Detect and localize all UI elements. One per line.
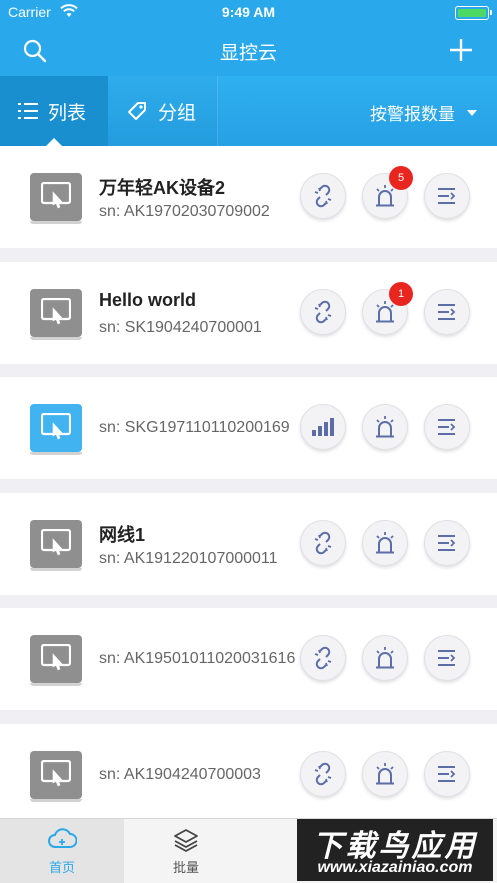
device-card[interactable]: Hello world sn: SK1904240700001 1	[0, 261, 497, 364]
sort-dropdown[interactable]: 按警报数量	[370, 100, 477, 125]
list-icon	[18, 103, 38, 119]
more-menu-button[interactable]	[424, 404, 470, 450]
bottom-tab-home[interactable]: 首页	[0, 819, 124, 883]
cloud-icon	[48, 828, 77, 848]
clock: 9:49 AM	[221, 4, 276, 20]
device-monitor-icon	[30, 750, 82, 802]
page-title: 显控云	[219, 43, 277, 64]
alarm-count-badge: 5	[389, 166, 413, 190]
connection-button[interactable]	[300, 173, 346, 219]
more-menu-button[interactable]	[424, 519, 470, 566]
device-serial: sn: AK19702030709002	[99, 203, 270, 220]
more-menu-button[interactable]	[424, 288, 470, 335]
tab-group-label: 分组	[158, 102, 197, 124]
connection-button[interactable]	[300, 519, 346, 566]
nav-bar: 显控云	[0, 26, 497, 76]
tag-icon	[128, 102, 146, 120]
device-serial: sn: SKG197110110200169	[99, 419, 290, 436]
bottom-tab-batch-label: 批量	[172, 860, 199, 875]
device-card[interactable]: sn: SKG197110110200169	[0, 377, 497, 479]
signal-button[interactable]	[300, 404, 346, 450]
device-monitor-icon	[30, 404, 82, 455]
device-serial: sn: AK191220107000011	[99, 549, 278, 567]
tab-group[interactable]: 分组	[108, 76, 218, 146]
connection-button[interactable]	[300, 750, 346, 797]
device-name: Hello world	[99, 289, 197, 310]
device-name: 网线1	[99, 524, 146, 545]
bottom-tab-batch[interactable]: 批量	[124, 819, 248, 883]
device-card[interactable]: 万年轻AK设备2 sn: AK19702030709002 5	[0, 146, 497, 248]
status-bar: Carrier 9:49 AM	[0, 0, 497, 26]
device-card[interactable]: sn: AK19501011020031616	[0, 608, 497, 710]
alarm-button[interactable]	[362, 635, 408, 681]
alarm-button[interactable]	[362, 404, 408, 450]
layers-icon	[174, 829, 198, 852]
chevron-down-icon	[467, 109, 477, 116]
device-serial: sn: SK1904240700001	[99, 318, 262, 336]
add-icon[interactable]	[447, 36, 475, 64]
device-monitor-icon	[30, 519, 82, 571]
device-card[interactable]: sn: AK1904240700003	[0, 723, 497, 826]
sort-label: 按警报数量	[370, 105, 455, 124]
more-menu-button[interactable]	[424, 750, 470, 797]
device-serial: sn: AK1904240700003	[99, 765, 261, 783]
alarm-button[interactable]	[362, 750, 408, 797]
watermark-url: www.xiazainiao.com	[317, 859, 473, 876]
bottom-tab-home-label: 首页	[48, 860, 75, 875]
device-monitor-icon	[30, 288, 82, 340]
device-monitor-icon	[30, 173, 82, 224]
watermark: 下载鸟应用 www.xiazainiao.com	[297, 819, 493, 881]
more-menu-button[interactable]	[424, 173, 470, 219]
more-menu-button[interactable]	[424, 635, 470, 681]
device-monitor-icon	[30, 635, 82, 686]
view-tab-bar: 列表 分组 按警报数量	[0, 76, 497, 146]
bottom-tab-bar: 首页 批量 下载鸟应用 www.xiazainiao.com	[0, 818, 497, 883]
alarm-button[interactable]	[362, 519, 408, 566]
connection-button[interactable]	[300, 635, 346, 681]
device-name: 万年轻AK设备2	[99, 178, 226, 198]
device-serial: sn: AK19501011020031616	[99, 650, 296, 667]
battery-icon	[455, 6, 492, 20]
tab-list[interactable]: 列表	[0, 76, 108, 146]
tab-list-label: 列表	[48, 102, 87, 124]
device-card[interactable]: 网线1 sn: AK191220107000011	[0, 492, 497, 595]
connection-button[interactable]	[300, 288, 346, 335]
alarm-count-badge: 1	[389, 281, 413, 306]
